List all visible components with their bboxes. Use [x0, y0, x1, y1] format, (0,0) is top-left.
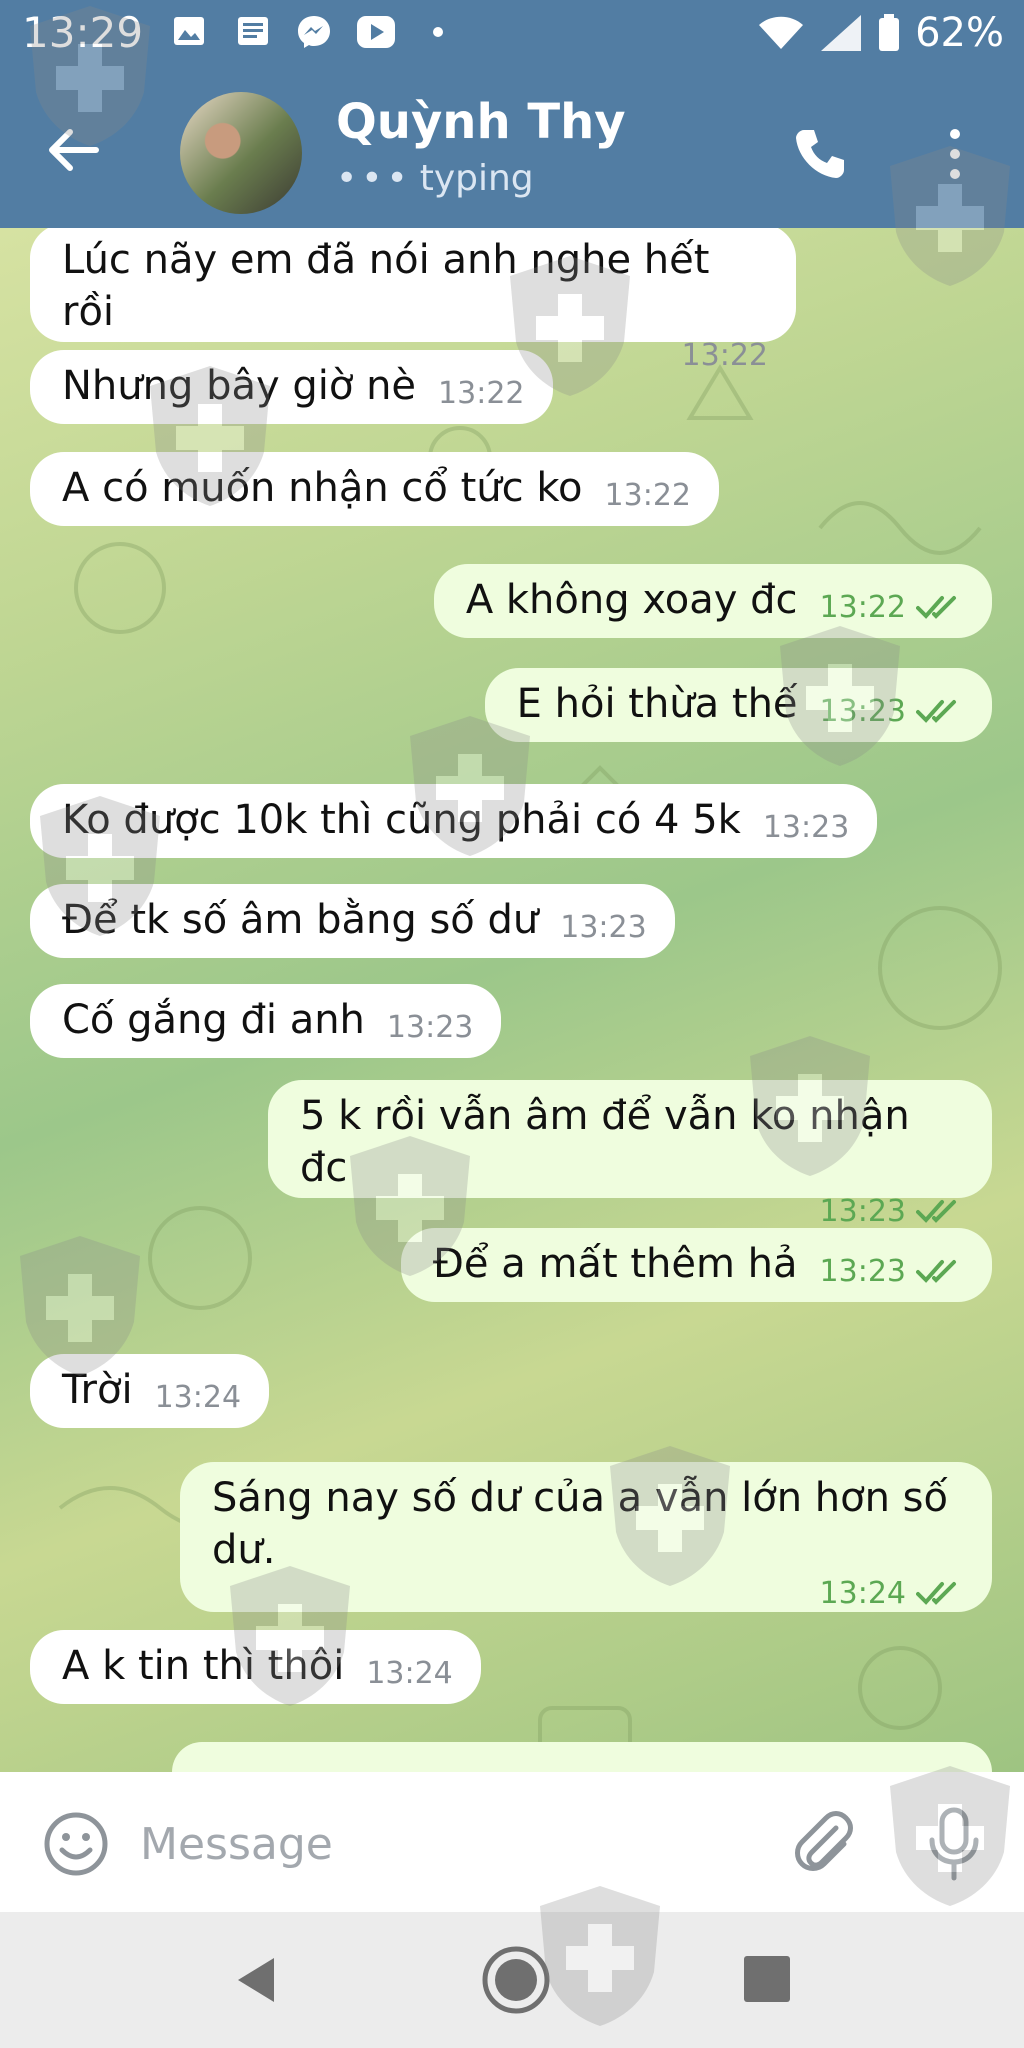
- wifi-icon: [759, 16, 804, 49]
- message-text: Trời: [62, 1367, 133, 1413]
- message-meta: 13:22: [820, 590, 964, 626]
- double-check-icon: [916, 596, 956, 619]
- message-time: 13:22: [438, 376, 525, 411]
- message-bubble-outgoing[interactable]: 5 k rồi vẫn âm để vẫn ko nhận đc 13:23: [268, 1080, 992, 1229]
- arrow-left-icon[interactable]: [44, 120, 104, 180]
- signal-icon: [821, 15, 862, 51]
- typing-status: ••• typing: [336, 158, 534, 199]
- message-bubble-incoming[interactable]: Nhưng bây giờ nè 13:22: [30, 350, 553, 424]
- phone-icon[interactable]: [790, 124, 850, 184]
- message-bubble-incoming[interactable]: Để tk số âm bằng số dư 13:23: [30, 884, 675, 958]
- more-vertical-icon[interactable]: [940, 124, 970, 184]
- message-time: 13:24: [154, 1380, 242, 1415]
- message-meta: 13:24: [234, 1576, 964, 1612]
- typing-dots: •••: [336, 158, 412, 199]
- double-check-icon: [916, 1582, 956, 1605]
- message-text: Sáng nay số dư của a vẫn lớn hơn số dư.: [212, 1475, 948, 1573]
- double-check-icon: [916, 1200, 956, 1223]
- typing-label: typing: [419, 158, 534, 199]
- nav-back-icon[interactable]: [226, 1950, 286, 2010]
- message-text: Cố gắng đi anh: [62, 997, 365, 1043]
- message-bubble-outgoing[interactable]: Để a mất thêm hả 13:23: [400, 1228, 992, 1302]
- message-text: 5 k rồi vẫn âm để vẫn ko nhận đc: [300, 1093, 910, 1191]
- status-indicators: 62%: [757, 10, 1004, 56]
- message-bubble-outgoing-partial[interactable]: [172, 1742, 992, 1772]
- message-time: 13:22: [604, 478, 691, 513]
- message-bubble-outgoing[interactable]: Sáng nay số dư của a vẫn lớn hơn số dư. …: [180, 1462, 992, 1612]
- message-text: A k tin thì thôi: [62, 1643, 345, 1689]
- message-meta: 13:23: [322, 1194, 964, 1230]
- message-time: 13:23: [386, 1010, 474, 1045]
- message-bubble-outgoing[interactable]: A không xoay đc 13:22: [433, 564, 992, 638]
- contact-name[interactable]: Quỳnh Thy: [336, 94, 626, 150]
- double-check-icon: [916, 1260, 956, 1283]
- status-bar: 13:29 62%: [0, 0, 1024, 68]
- message-text: Nhưng bây giờ nè: [62, 363, 417, 409]
- message-time: 13:22: [819, 590, 906, 625]
- messenger-icon: [298, 16, 330, 48]
- paperclip-icon[interactable]: [786, 1806, 858, 1878]
- nav-home-icon[interactable]: [480, 1944, 552, 2016]
- message-text: Ko được 10k thì cũng phải có 4 5k: [62, 797, 741, 843]
- message-text: Để a mất thêm hả: [432, 1241, 798, 1287]
- message-text: Lúc nãy em đã nói anh nghe hết rồi: [62, 237, 710, 335]
- message-bubble-incoming[interactable]: A k tin thì thôi 13:24: [30, 1630, 481, 1704]
- message-input[interactable]: [140, 1802, 740, 1886]
- message-time: 13:23: [819, 694, 906, 729]
- message-text: A không xoay đc: [465, 577, 798, 623]
- message-text: Để tk số âm bằng số dư: [62, 897, 539, 943]
- system-navigation-bar: [0, 1912, 1024, 2048]
- message-text: E hỏi thừa thế: [516, 681, 798, 727]
- message-bubble-incoming[interactable]: Cố gắng đi anh 13:23: [30, 984, 502, 1058]
- gallery-icon: [174, 17, 204, 45]
- dot-icon: [433, 27, 443, 37]
- message-bubble-incoming[interactable]: Trời 13:24: [30, 1354, 270, 1428]
- message-bubble-incoming[interactable]: Lúc nãy em đã nói anh nghe hết rồi 13:22: [30, 228, 796, 373]
- avatar[interactable]: [180, 92, 302, 214]
- message-time: 13:24: [819, 1576, 906, 1611]
- message-bubble-incoming[interactable]: Ko được 10k thì cũng phải có 4 5k 13:23: [30, 784, 878, 858]
- battery-icon: [879, 14, 900, 51]
- chat-header: Quỳnh Thy ••• typing: [0, 68, 1024, 228]
- smiley-icon[interactable]: [42, 1810, 110, 1878]
- message-time: 13:24: [366, 1656, 453, 1691]
- message-time: 13:23: [560, 910, 647, 945]
- double-check-icon: [916, 700, 956, 723]
- message-composer: [0, 1772, 1024, 1912]
- message-meta: 13:23: [820, 1254, 964, 1290]
- message-meta: 13:23: [820, 694, 964, 730]
- message-time: 13:23: [762, 810, 850, 845]
- microphone-icon[interactable]: [924, 1806, 984, 1882]
- battery-percentage: 62%: [915, 10, 1004, 56]
- nav-recents-icon[interactable]: [744, 1956, 790, 2002]
- message-text: A có muốn nhận cổ tức ko: [62, 465, 583, 511]
- message-bubble-outgoing[interactable]: E hỏi thừa thế 13:23: [484, 668, 992, 742]
- message-time: 13:23: [819, 1254, 906, 1289]
- chat-message-list[interactable]: Lúc nãy em đã nói anh nghe hết rồi 13:22…: [0, 228, 1024, 1772]
- message-bubble-incoming[interactable]: A có muốn nhận cổ tức ko 13:22: [30, 452, 719, 526]
- status-time: 13:29: [22, 8, 144, 57]
- news-icon: [238, 17, 268, 45]
- youtube-icon: [357, 16, 395, 48]
- message-time: 13:23: [819, 1194, 906, 1229]
